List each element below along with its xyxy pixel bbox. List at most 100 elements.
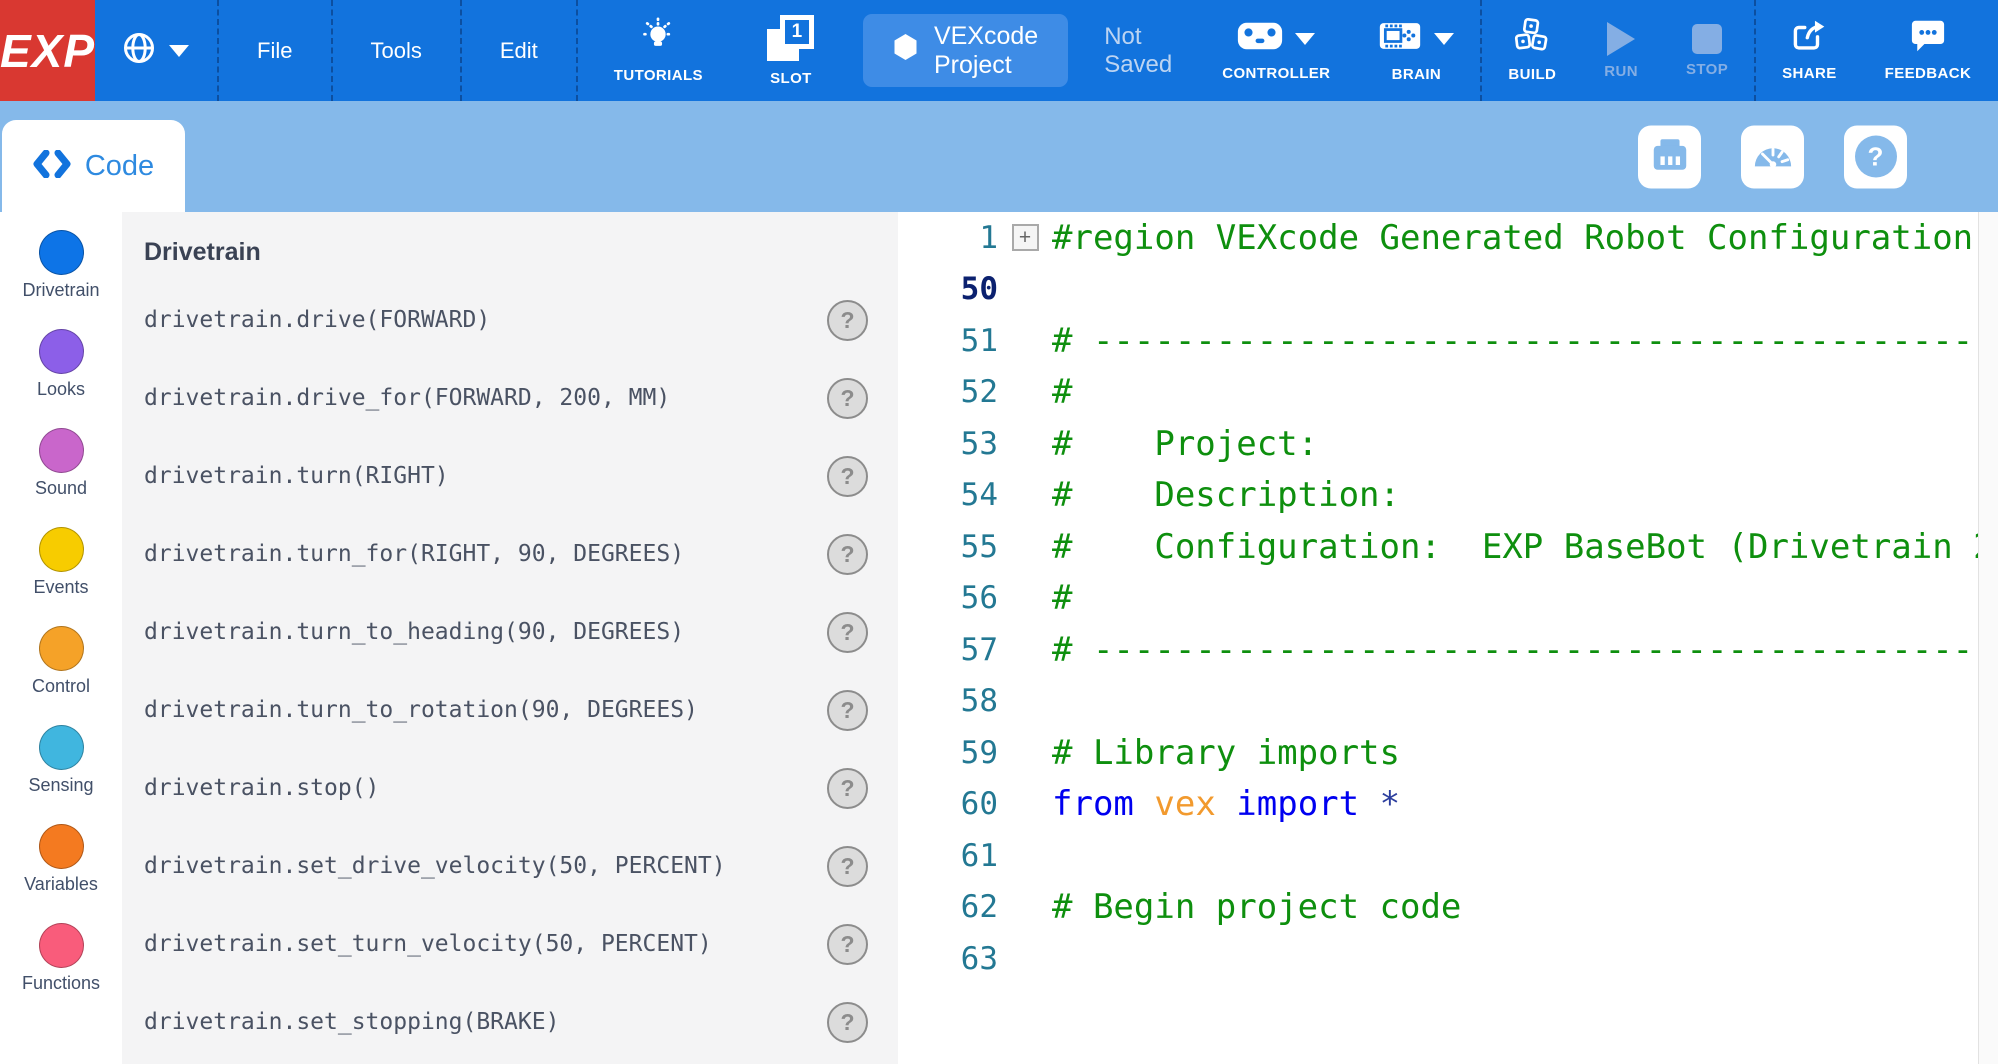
sidebar-item-looks[interactable]: Looks — [0, 329, 122, 428]
brain-icon — [1378, 18, 1422, 59]
command-row[interactable]: drivetrain.turn_to_heading(90, DEGREES)? — [122, 593, 898, 671]
stop-button[interactable]: STOP — [1662, 0, 1752, 101]
command-help-button[interactable]: ? — [827, 924, 868, 965]
command-help-button[interactable]: ? — [827, 690, 868, 731]
command-text[interactable]: drivetrain.turn(RIGHT) — [144, 463, 449, 489]
editor-line[interactable]: 60from vex import * — [898, 779, 1998, 831]
category-label: Variables — [24, 874, 98, 895]
dashboard-button[interactable] — [1741, 125, 1804, 188]
editor-line[interactable]: 54 # Description: — [898, 470, 1998, 522]
line-number: 52 — [898, 374, 998, 410]
line-number: 61 — [898, 838, 998, 874]
controller-label: CONTROLLER — [1222, 65, 1330, 82]
editor-line[interactable]: 57# ------------------------------------… — [898, 624, 1998, 676]
build-button[interactable]: BUILD — [1484, 0, 1580, 101]
editor-line[interactable]: 50 — [898, 264, 1998, 316]
command-text[interactable]: drivetrain.drive_for(FORWARD, 200, MM) — [144, 385, 670, 411]
feedback-bubble-icon — [1910, 19, 1946, 58]
functions-category-icon — [39, 923, 84, 968]
sidebar-item-sensing[interactable]: Sensing — [0, 725, 122, 824]
command-help-button[interactable]: ? — [827, 378, 868, 419]
controller-button[interactable]: CONTROLLER — [1198, 0, 1354, 101]
command-help-button[interactable]: ? — [827, 1002, 868, 1043]
editor-line[interactable]: 63 — [898, 933, 1998, 985]
sidebar-item-drivetrain[interactable]: Drivetrain — [0, 230, 122, 329]
lightbulb-icon — [640, 17, 676, 60]
slot-selector[interactable]: 1 SLOT — [737, 0, 845, 101]
sidebar-item-sound[interactable]: Sound — [0, 428, 122, 527]
file-menu[interactable]: File — [221, 0, 328, 101]
control-category-icon — [39, 626, 84, 671]
code-editor[interactable]: 1+#region VEXcode Generated Robot Config… — [898, 212, 1998, 1064]
command-text[interactable]: drivetrain.turn_to_heading(90, DEGREES) — [144, 619, 684, 645]
hexagon-icon — [893, 33, 918, 68]
sidebar-item-control[interactable]: Control — [0, 626, 122, 725]
slot-icon: 1 — [767, 15, 815, 63]
command-text[interactable]: drivetrain.turn_for(RIGHT, 90, DEGREES) — [144, 541, 684, 567]
editor-line[interactable]: 1+#region VEXcode Generated Robot Config… — [898, 212, 1998, 264]
tutorials-button[interactable]: TUTORIALS — [580, 0, 737, 101]
fold-expand-icon[interactable]: + — [1012, 224, 1039, 251]
command-text[interactable]: drivetrain.stop() — [144, 775, 379, 801]
editor-line[interactable]: 61 — [898, 830, 1998, 882]
line-number: 51 — [898, 323, 998, 359]
sound-category-icon — [39, 428, 84, 473]
editor-line[interactable]: 53# Project: — [898, 418, 1998, 470]
sidebar-item-events[interactable]: Events — [0, 527, 122, 626]
command-row[interactable]: drivetrain.turn(RIGHT)? — [122, 437, 898, 515]
command-help-button[interactable]: ? — [827, 456, 868, 497]
editor-line[interactable]: 56# — [898, 573, 1998, 625]
code-text: # Configuration: EXP BaseBot (Drivetrain… — [1052, 527, 1998, 567]
command-help-button[interactable]: ? — [827, 534, 868, 575]
code-token-comment: # Description: — [1052, 475, 1400, 515]
brain-button[interactable]: BRAIN — [1354, 0, 1478, 101]
code-token-module: vex — [1154, 784, 1215, 824]
command-row[interactable]: drivetrain.set_turn_velocity(50, PERCENT… — [122, 905, 898, 983]
slot-label: SLOT — [770, 70, 812, 87]
gauge-icon — [1752, 139, 1794, 175]
line-number: 54 — [898, 477, 998, 513]
code-text: # — [1052, 578, 1072, 618]
command-text[interactable]: drivetrain.set_turn_velocity(50, PERCENT… — [144, 931, 712, 957]
tools-menu[interactable]: Tools — [335, 0, 458, 101]
share-button[interactable]: SHARE — [1758, 0, 1861, 101]
command-text[interactable]: drivetrain.turn_to_rotation(90, DEGREES) — [144, 697, 698, 723]
editor-line[interactable]: 51 # ------------------------------------… — [898, 315, 1998, 367]
category-label: Sensing — [28, 775, 93, 796]
editor-lines: 1+#region VEXcode Generated Robot Config… — [898, 212, 1998, 985]
sidebar-item-variables[interactable]: Variables — [0, 824, 122, 923]
command-help-button[interactable]: ? — [827, 768, 868, 809]
command-row[interactable]: drivetrain.drive_for(FORWARD, 200, MM)? — [122, 359, 898, 437]
edit-menu[interactable]: Edit — [464, 0, 574, 101]
command-help-button[interactable]: ? — [827, 612, 868, 653]
help-button[interactable]: ? — [1844, 125, 1907, 188]
command-row[interactable]: drivetrain.set_drive_velocity(50, PERCEN… — [122, 827, 898, 905]
sidebar-item-functions[interactable]: Functions — [0, 923, 122, 1022]
command-row[interactable]: drivetrain.set_stopping(BRAKE)? — [122, 983, 898, 1061]
command-text[interactable]: drivetrain.set_stopping(BRAKE) — [144, 1009, 559, 1035]
editor-scrollbar[interactable] — [1978, 212, 1998, 1064]
run-button[interactable]: RUN — [1580, 0, 1662, 101]
code-token-operator: * — [1380, 784, 1400, 824]
command-row[interactable]: drivetrain.turn_for(RIGHT, 90, DEGREES)? — [122, 515, 898, 593]
editor-line[interactable]: 62# Begin project code — [898, 882, 1998, 934]
code-text: # --------------------------------------… — [1052, 321, 1998, 361]
command-row[interactable]: drivetrain.drive(FORWARD)? — [122, 281, 898, 359]
command-help-button[interactable]: ? — [827, 846, 868, 887]
command-row[interactable]: drivetrain.stop()? — [122, 749, 898, 827]
feedback-button[interactable]: FEEDBACK — [1861, 0, 1998, 101]
tab-code[interactable]: Code — [2, 120, 185, 212]
project-name-button[interactable]: VEXcode Project — [863, 14, 1068, 87]
device-info-button[interactable] — [1638, 125, 1701, 188]
editor-line[interactable]: 52# — [898, 367, 1998, 419]
command-text[interactable]: drivetrain.set_drive_velocity(50, PERCEN… — [144, 853, 726, 879]
command-text[interactable]: drivetrain.drive(FORWARD) — [144, 307, 490, 333]
language-menu[interactable] — [95, 0, 215, 101]
editor-line[interactable]: 55# Configuration: EXP BaseBot (Drivetra… — [898, 521, 1998, 573]
save-status: Not Saved — [1078, 0, 1198, 101]
command-row[interactable]: drivetrain.turn_to_rotation(90, DEGREES)… — [122, 671, 898, 749]
command-help-button[interactable]: ? — [827, 300, 868, 341]
command-panel-header: Drivetrain — [144, 238, 898, 267]
editor-line[interactable]: 59# Library imports — [898, 727, 1998, 779]
editor-line[interactable]: 58 — [898, 676, 1998, 728]
